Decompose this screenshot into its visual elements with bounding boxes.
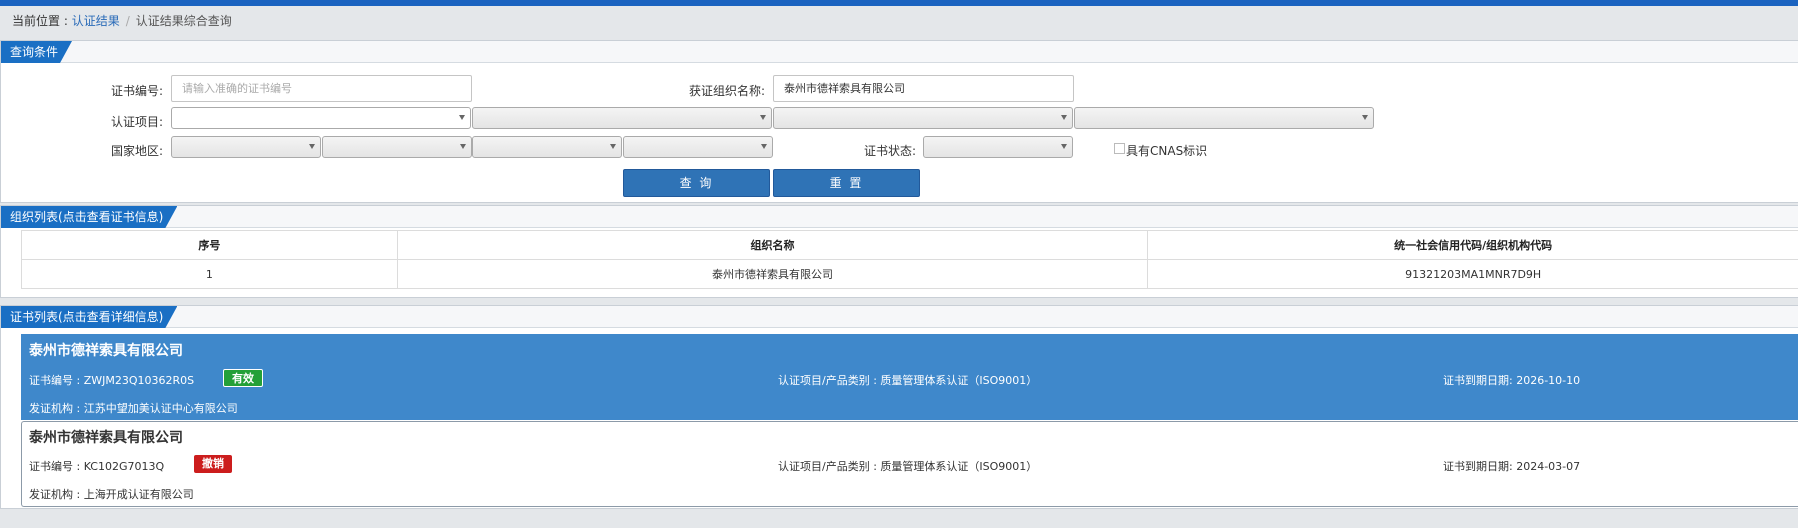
status-badge: 有效 xyxy=(223,369,263,387)
chevron-down-icon xyxy=(459,115,465,120)
cert-list-panel: 证书列表(点击查看详细信息) 泰州市德祥索具有限公司 证书编号 : ZWJM23… xyxy=(0,305,1798,509)
org-code-cell: 91321203MA1MNR7D9H xyxy=(1147,259,1798,289)
cert-list-title: 证书列表(点击查看详细信息) xyxy=(1,306,177,328)
query-panel-title: 查询条件 xyxy=(1,41,72,63)
cnas-label: 具有CNAS标识 xyxy=(1126,144,1208,158)
cert-expiry: 证书到期日期: 2024-03-07 xyxy=(1443,460,1581,473)
chevron-down-icon xyxy=(1061,115,1067,120)
org-name-label: 获证组织名称: xyxy=(688,84,765,98)
cert-issuer: 发证机构 : 江苏中望加美认证中心有限公司 xyxy=(29,402,238,415)
region-select-4[interactable] xyxy=(623,136,773,158)
column-header-index: 序号 xyxy=(21,230,398,260)
cert-number: 证书编号 : ZWJM23Q10362R0S xyxy=(29,374,195,387)
chevron-down-icon xyxy=(460,144,466,149)
org-list-header: 组织列表(点击查看证书信息) xyxy=(1,206,1798,228)
chevron-down-icon xyxy=(1061,144,1067,149)
status-label: 证书状态: xyxy=(863,144,916,158)
reset-button[interactable]: 重 置 xyxy=(773,169,920,197)
query-panel: 查询条件 证书编号: 请输入准确的证书编号 获证组织名称: 泰州市德祥索具有限公… xyxy=(0,40,1798,203)
breadcrumb: 当前位置 : 认证结果 / 认证结果综合查询 xyxy=(12,12,232,29)
region-select-3[interactable] xyxy=(472,136,622,158)
org-name-cell: 泰州市德祥索具有限公司 xyxy=(396,259,1149,289)
project-select-1[interactable] xyxy=(171,107,471,129)
cert-org-name: 泰州市德祥索具有限公司 xyxy=(29,430,183,446)
region-select-2[interactable] xyxy=(322,136,472,158)
top-accent-bar xyxy=(0,0,1798,6)
breadcrumb-separator: / xyxy=(125,14,130,28)
status-select[interactable] xyxy=(923,136,1073,158)
cert-card-2[interactable]: 泰州市德祥索具有限公司 证书编号 : KC102G7013Q 撤销 认证项目/产… xyxy=(21,421,1798,507)
cert-number: 证书编号 : KC102G7013Q xyxy=(29,460,165,473)
breadcrumb-link[interactable]: 认证结果 xyxy=(72,14,120,28)
query-panel-header: 查询条件 xyxy=(1,41,1798,63)
cnas-checkbox[interactable] xyxy=(1114,143,1125,154)
cert-list-header: 证书列表(点击查看详细信息) xyxy=(1,306,1798,328)
breadcrumb-prefix: 当前位置 : xyxy=(12,14,72,28)
cert-project: 认证项目/产品类别 : 质量管理体系认证（ISO9001） xyxy=(778,460,1038,473)
org-name-input[interactable]: 泰州市德祥索具有限公司 xyxy=(773,75,1074,102)
project-select-4[interactable] xyxy=(1074,107,1374,129)
region-select-1[interactable] xyxy=(171,136,321,158)
cert-no-input[interactable]: 请输入准确的证书编号 xyxy=(171,75,472,102)
cert-issuer: 发证机构 : 上海开成认证有限公司 xyxy=(29,488,194,501)
org-list-title: 组织列表(点击查看证书信息) xyxy=(1,206,177,228)
org-list-panel: 组织列表(点击查看证书信息) 序号 组织名称 统一社会信用代码/组织机构代码 1… xyxy=(0,205,1798,298)
cert-org-name: 泰州市德祥索具有限公司 xyxy=(29,343,183,359)
cert-card-1[interactable]: 泰州市德祥索具有限公司 证书编号 : ZWJM23Q10362R0S 有效 认证… xyxy=(21,334,1798,420)
project-select-2[interactable] xyxy=(472,107,772,129)
cert-project: 认证项目/产品类别 : 质量管理体系认证（ISO9001） xyxy=(778,374,1038,387)
table-row[interactable]: 1 泰州市德祥索具有限公司 91321203MA1MNR7D9H xyxy=(21,259,1798,289)
status-badge: 撤销 xyxy=(194,455,232,473)
chevron-down-icon xyxy=(1362,115,1368,120)
org-index-cell: 1 xyxy=(21,259,398,289)
column-header-credit-code: 统一社会信用代码/组织机构代码 xyxy=(1147,230,1798,260)
chevron-down-icon xyxy=(761,144,767,149)
project-label: 认证项目: xyxy=(110,115,163,129)
org-table: 序号 组织名称 统一社会信用代码/组织机构代码 1 泰州市德祥索具有限公司 91… xyxy=(21,230,1798,289)
region-label: 国家地区: xyxy=(110,144,163,158)
chevron-down-icon xyxy=(610,144,616,149)
org-table-header-row: 序号 组织名称 统一社会信用代码/组织机构代码 xyxy=(21,230,1798,260)
search-button[interactable]: 查 询 xyxy=(623,169,770,197)
breadcrumb-current: 认证结果综合查询 xyxy=(135,14,232,28)
cert-no-label: 证书编号: xyxy=(110,84,163,98)
cert-expiry: 证书到期日期: 2026-10-10 xyxy=(1443,374,1581,387)
chevron-down-icon xyxy=(760,115,766,120)
chevron-down-icon xyxy=(309,144,315,149)
project-select-3[interactable] xyxy=(773,107,1073,129)
column-header-org-name: 组织名称 xyxy=(396,230,1149,260)
